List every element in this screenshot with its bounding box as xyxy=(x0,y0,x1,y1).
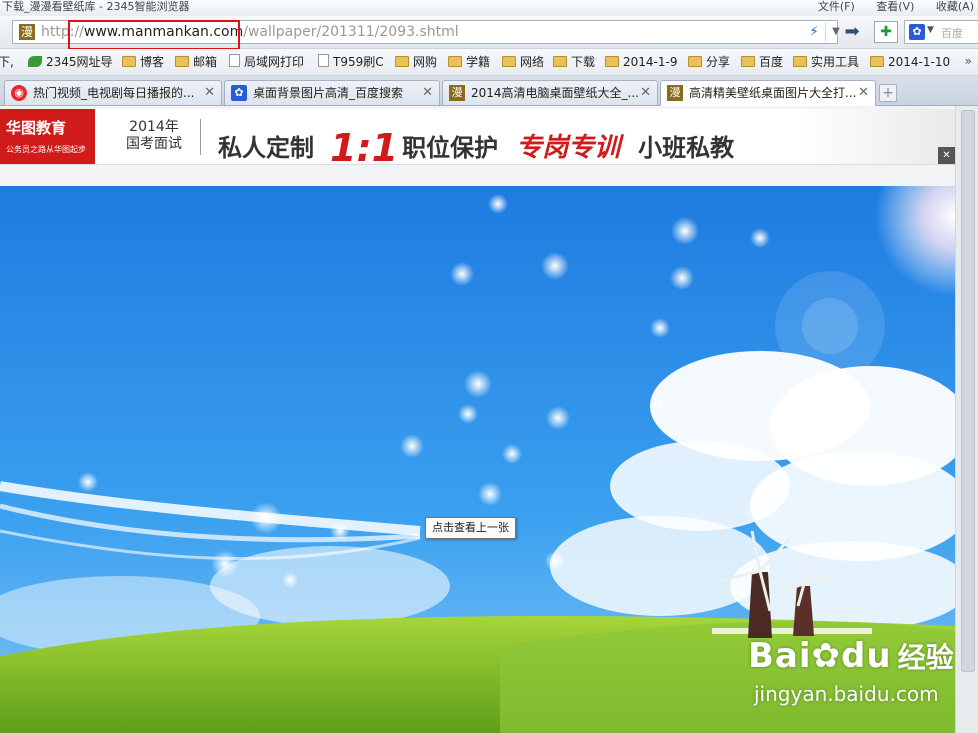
tab-baidu-search[interactable]: ✿ 桌面背景图片高清_百度搜索 ✕ xyxy=(224,80,440,105)
folder-icon xyxy=(870,56,884,67)
folder-icon xyxy=(448,56,462,67)
search-box[interactable]: ✿ ▼ 百度 xyxy=(904,20,978,44)
folder-icon xyxy=(395,56,409,67)
huatu-logo: 华图教育 公务员之路从华图起步 xyxy=(0,109,95,164)
fav-item-2014-1-9[interactable]: 2014-1-9 xyxy=(605,54,677,70)
chevron-down-icon[interactable]: ▼ xyxy=(927,25,934,35)
ad-year-text: 2014年 国考面试 xyxy=(126,119,182,152)
security-shield-icon[interactable]: ✚ xyxy=(874,21,898,43)
ad-slogan: 私人定制 1:1 职位保护 专岗专训 小班私教 xyxy=(218,126,735,165)
fav-item-blog[interactable]: 博客 xyxy=(122,54,164,70)
fav-item-2345[interactable]: 2345网址导 xyxy=(28,54,113,70)
tab-wallpaper-list[interactable]: 漫 2014高清电脑桌面壁纸大全_... ✕ xyxy=(442,80,658,105)
fav-item-mail[interactable]: 邮箱 xyxy=(175,54,217,70)
close-icon[interactable]: ✕ xyxy=(858,85,869,101)
close-icon[interactable]: ✕ xyxy=(640,85,651,101)
folder-icon xyxy=(688,56,702,67)
tab-weibo[interactable]: ◉ 热门视频_电视剧每日播报的... ✕ xyxy=(4,80,222,105)
close-icon[interactable]: ✕ xyxy=(204,85,215,101)
folder-icon xyxy=(605,56,619,67)
tab-bar: ◉ 热门视频_电视剧每日播报的... ✕ ✿ 桌面背景图片高清_百度搜索 ✕ 漫… xyxy=(0,76,978,106)
url-path: /wallpaper/201311/2093.shtml xyxy=(243,24,459,40)
tab-wallpaper-current[interactable]: 漫 高清精美壁纸桌面图片大全打... ✕ xyxy=(660,80,876,106)
favorites-bar: 下, 2345网址导 博客 邮箱 局域网打印 T959刷C 网购 学籍 网络 下… xyxy=(0,49,978,76)
folder-icon xyxy=(502,56,516,67)
search-placeholder: 百度 xyxy=(941,27,963,40)
ad-close-icon[interactable]: ✕ xyxy=(938,147,955,164)
baidu-paw-icon: ✿ xyxy=(811,636,842,676)
favorites-overflow-icon[interactable]: » xyxy=(965,54,972,68)
weibo-icon: ◉ xyxy=(11,85,27,101)
menu-favorites[interactable]: 收藏(A) xyxy=(936,0,974,13)
ad-decoration-image xyxy=(800,109,955,164)
fav-item-0[interactable]: 下, xyxy=(0,54,14,70)
window-title: 下载_漫漫看壁纸库 - 2345智能浏览器 xyxy=(2,0,190,13)
baidu-paw-icon: ✿ xyxy=(909,24,925,40)
fav-item-student[interactable]: 学籍 xyxy=(448,54,490,70)
baidu-jingyan-watermark: Bai✿du 经验 jingyan.baidu.com xyxy=(748,636,954,706)
page-icon xyxy=(318,54,329,67)
go-arrow-icon[interactable]: ➡ xyxy=(838,21,866,43)
fav-item-network[interactable]: 网络 xyxy=(502,54,544,70)
fav-item-t959[interactable]: T959刷C xyxy=(318,54,384,70)
speed-mode-icon[interactable]: ⚡ xyxy=(806,23,822,41)
fav-item-2014-1-10[interactable]: 2014-1-10 xyxy=(870,54,950,70)
site-favicon-icon: 漫 xyxy=(19,24,35,40)
fav-item-shopping[interactable]: 网购 xyxy=(395,54,437,70)
ad-divider xyxy=(200,119,201,155)
fav-item-baidu[interactable]: 百度 xyxy=(741,54,783,70)
fav-item-lan-print[interactable]: 局域网打印 xyxy=(229,54,304,70)
manmankan-icon: 漫 xyxy=(449,85,465,101)
folder-icon xyxy=(175,56,189,67)
folder-icon xyxy=(122,56,136,67)
folder-icon xyxy=(553,56,567,67)
previous-image-tooltip: 点击查看上一张 xyxy=(425,517,516,539)
menu-view[interactable]: 查看(V) xyxy=(876,0,914,13)
2345-icon xyxy=(28,56,42,67)
folder-icon xyxy=(793,56,807,67)
fav-item-share[interactable]: 分享 xyxy=(688,54,730,70)
new-tab-button[interactable]: + xyxy=(879,84,897,102)
scrollbar-thumb[interactable] xyxy=(961,110,975,672)
highlight-box xyxy=(68,20,240,50)
folder-icon xyxy=(741,56,755,67)
menu-bar: 文件(F) 查看(V) 收藏(A) xyxy=(800,0,974,14)
baidu-paw-icon: ✿ xyxy=(231,85,247,101)
menu-file[interactable]: 文件(F) xyxy=(818,0,855,13)
ad-banner[interactable]: 华图教育 公务员之路从华图起步 2014年 国考面试 私人定制 1:1 职位保护 专岗… xyxy=(0,109,955,165)
fav-item-download[interactable]: 下载 xyxy=(553,54,595,70)
fav-item-tools[interactable]: 实用工具 xyxy=(793,54,859,70)
vertical-scrollbar[interactable] xyxy=(955,106,978,733)
close-icon[interactable]: ✕ xyxy=(422,85,433,101)
window-titlebar: 下载_漫漫看壁纸库 - 2345智能浏览器 文件(F) 查看(V) 收藏(A) xyxy=(0,0,978,16)
manmankan-icon: 漫 xyxy=(667,85,683,101)
page-icon xyxy=(229,54,240,67)
